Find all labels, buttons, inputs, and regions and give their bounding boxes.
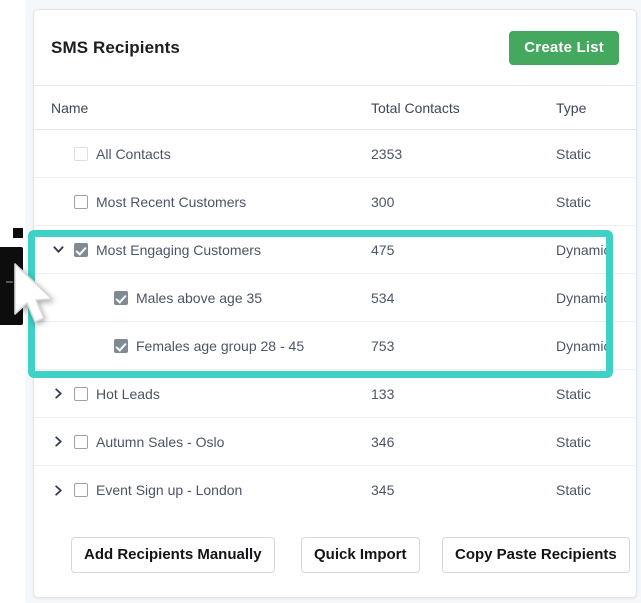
row-name-label: Hot Leads [96,386,160,402]
cell-name: Hot Leads [51,370,160,417]
table-row[interactable]: Males above age 35 534 Dynamic [34,274,636,322]
table-row[interactable]: Most Engaging Customers 475 Dynamic [34,226,636,274]
row-name-label: All Contacts [96,146,171,162]
cell-name: Most Engaging Customers [51,226,261,273]
row-total-contacts-value: 300 [371,194,394,210]
row-name-label: Most Engaging Customers [96,242,261,258]
cell-type: Static [556,466,591,514]
callout-tab [13,228,23,238]
cell-name: Males above age 35 [91,274,262,321]
row-total-contacts-value: 753 [371,338,394,354]
chevron-down-icon[interactable] [51,244,65,255]
column-header-type: Type [556,86,586,129]
table-row[interactable]: Females age group 28 - 45 753 Dynamic [34,322,636,370]
cell-total-contacts: 2353 [371,130,402,177]
column-header-total-contacts: Total Contacts [371,86,460,129]
cell-type: Static [556,130,591,177]
cell-total-contacts: 534 [371,274,394,321]
create-list-button[interactable]: Create List [509,31,619,65]
cell-name: Most Recent Customers [51,178,246,225]
row-type-value: Static [556,386,591,402]
chevron-placeholder-icon [51,196,65,207]
table-body: All Contacts2353StaticMost Recent Custom… [34,130,636,514]
table-row[interactable]: Most Recent Customers 300 Static [34,178,636,226]
sms-recipients-card: SMS Recipients Create List Name Total Co… [33,9,637,598]
row-type-value: Static [556,434,591,450]
table-header-row: Name Total Contacts Type [34,86,636,130]
chevron-right-icon[interactable] [51,485,65,496]
recipients-table: Name Total Contacts Type All Contacts 235… [34,86,636,514]
cell-type: Static [556,370,591,417]
chevron-placeholder-icon [91,340,105,351]
card-footer: Add Recipients Manually Quick Import Cop… [34,529,636,597]
table-row[interactable]: Autumn Sales - Oslo 346 Static [34,418,636,466]
cell-name: All Contacts [51,130,171,177]
callout-box [0,247,23,325]
row-type-value: Dynamic [556,338,610,354]
row-type-value: Static [556,146,591,162]
row-checkbox[interactable] [74,243,88,257]
chevron-placeholder-icon [51,148,65,159]
row-total-contacts-value: 534 [371,290,394,306]
row-total-contacts-value: 133 [371,386,394,402]
row-name-label: Males above age 35 [136,290,262,306]
row-name-label: Most Recent Customers [96,194,246,210]
column-header-type-label: Type [556,100,586,116]
row-checkbox[interactable] [114,291,128,305]
row-total-contacts-value: 2353 [371,146,402,162]
cell-name: Autumn Sales - Oslo [51,418,224,465]
row-total-contacts-value: 475 [371,242,394,258]
cell-type: Dynamic [556,274,610,321]
column-header-name: Name [51,86,88,129]
table-row[interactable]: Hot Leads 133 Static [34,370,636,418]
row-name-label: Autumn Sales - Oslo [96,434,224,450]
cell-total-contacts: 475 [371,226,394,273]
row-checkbox[interactable] [74,483,88,497]
page-title: SMS Recipients [51,38,180,58]
cell-type: Dynamic [556,322,610,369]
card-header: SMS Recipients Create List [34,10,636,86]
row-total-contacts-value: 346 [371,434,394,450]
row-checkbox [74,147,88,161]
cell-total-contacts: 346 [371,418,394,465]
chevron-right-icon[interactable] [51,436,65,447]
row-type-value: Static [556,194,591,210]
row-checkbox[interactable] [74,195,88,209]
row-name-label: Females age group 28 - 45 [136,338,304,354]
cell-type: Static [556,418,591,465]
table-row[interactable]: Event Sign up - London 345 Static [34,466,636,514]
chevron-right-icon[interactable] [51,388,65,399]
column-header-name-label: Name [51,100,88,116]
cell-type: Static [556,178,591,225]
row-total-contacts-value: 345 [371,482,394,498]
cell-type: Dynamic [556,226,610,273]
callout-dash [6,281,13,283]
table-row[interactable]: All Contacts 2353 Static [34,130,636,178]
chevron-placeholder-icon [91,292,105,303]
cell-total-contacts: 753 [371,322,394,369]
cell-name: Event Sign up - London [51,466,242,514]
row-name-label: Event Sign up - London [96,482,242,498]
cell-total-contacts: 133 [371,370,394,417]
column-header-total-contacts-label: Total Contacts [371,100,460,116]
copy-paste-recipients-button[interactable]: Copy Paste Recipients [442,537,630,573]
row-checkbox[interactable] [74,435,88,449]
row-checkbox[interactable] [74,387,88,401]
row-type-value: Static [556,482,591,498]
row-type-value: Dynamic [556,242,610,258]
quick-import-button[interactable]: Quick Import [301,537,420,573]
row-checkbox[interactable] [114,339,128,353]
cell-name: Females age group 28 - 45 [91,322,304,369]
cell-total-contacts: 345 [371,466,394,514]
cell-total-contacts: 300 [371,178,394,225]
add-recipients-manually-button[interactable]: Add Recipients Manually [71,537,275,573]
row-type-value: Dynamic [556,290,610,306]
